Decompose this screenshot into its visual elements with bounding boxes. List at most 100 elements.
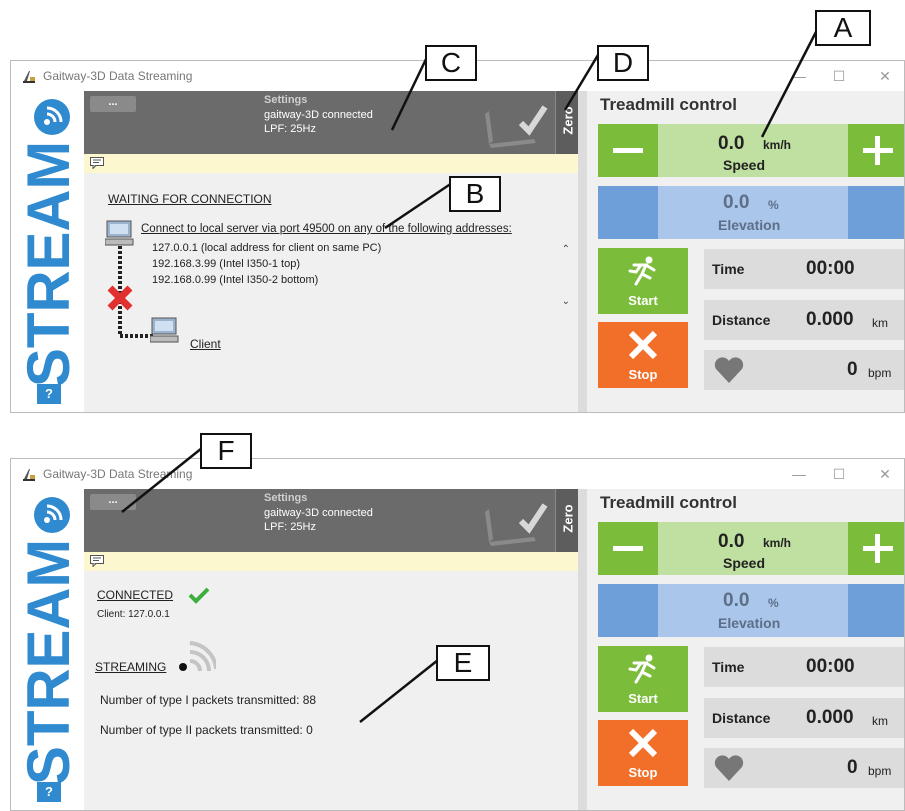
callout-c: C — [425, 45, 477, 81]
close-button[interactable]: ✕ — [870, 462, 900, 486]
server-computer-icon — [105, 220, 134, 246]
scroll-up-arrow[interactable]: ⌃ — [562, 244, 570, 255]
speed-unit: km/h — [763, 536, 792, 550]
stream-logo-column: STREAM ? — [11, 91, 84, 412]
elevation-value: 0.0 — [723, 192, 750, 213]
more-button[interactable]: ... — [90, 96, 136, 112]
zero-button[interactable]: Zero — [555, 489, 578, 552]
start-button[interactable]: Start — [598, 646, 688, 712]
treadmill-check-icon — [485, 105, 548, 148]
time-label: Time — [712, 659, 745, 675]
stream-logo-column: STREAM ? — [11, 489, 84, 810]
streaming-signal-icon — [179, 641, 216, 672]
message-icon — [90, 157, 104, 169]
heart-rate-value: 0 — [847, 359, 858, 380]
speed-decrease-button[interactable] — [598, 124, 658, 177]
settings-filter: LPF: 25Hz — [264, 521, 316, 533]
address-local[interactable]: 127.0.0.1 (local address for client on s… — [152, 242, 381, 254]
scroll-down-arrow[interactable]: ⌄ — [562, 296, 570, 307]
zero-label: Zero — [560, 504, 576, 533]
treadmill-control-panel: Treadmill control 0.0 km/h Speed 0.0 % E… — [587, 91, 904, 412]
stop-button[interactable]: Stop — [598, 322, 688, 388]
settings-bar[interactable]: ... Settings gaitway-3D connected LPF: 2… — [84, 91, 578, 154]
elevation-decrease-button[interactable] — [598, 584, 658, 637]
settings-filter: LPF: 25Hz — [264, 123, 316, 135]
speed-display: 0.0 km/h Speed — [658, 522, 848, 575]
more-button[interactable]: ... — [90, 494, 136, 510]
speed-value: 0.0 — [718, 133, 745, 154]
connection-area: ... Settings gaitway-3D connected LPF: 2… — [84, 91, 579, 412]
elevation-label: Elevation — [718, 615, 781, 631]
speed-increase-button[interactable] — [848, 124, 904, 177]
wifi-logo-icon — [34, 497, 70, 533]
check-icon — [188, 587, 210, 604]
runner-icon — [628, 654, 656, 684]
callout-b: B — [449, 176, 501, 212]
app-icon — [23, 71, 35, 83]
maximize-button[interactable]: ☐ — [824, 462, 854, 486]
time-display: Time 00:00 — [704, 249, 904, 289]
settings-status: gaitway-3D connected — [264, 109, 373, 121]
settings-status: gaitway-3D connected — [264, 507, 373, 519]
time-value: 00:00 — [806, 656, 855, 677]
heart-rate-display: 0 bpm — [704, 350, 904, 390]
address-top[interactable]: 192.168.3.99 (Intel I350-1 top) — [152, 258, 300, 270]
elevation-display: 0.0 % Elevation — [658, 186, 848, 239]
time-value: 00:00 — [806, 258, 855, 279]
treadmill-title: Treadmill control — [600, 493, 737, 512]
elevation-display: 0.0 % Elevation — [658, 584, 848, 637]
heart-icon — [714, 357, 744, 383]
svg-text:STREAM: STREAM — [15, 539, 82, 785]
address-bottom[interactable]: 192.168.0.99 (Intel I350-2 bottom) — [152, 274, 318, 286]
distance-display: Distance 0.000 km — [704, 698, 904, 738]
minimize-button[interactable]: — — [784, 462, 814, 486]
elevation-increase-button[interactable] — [848, 186, 904, 239]
speed-increase-button[interactable] — [848, 522, 904, 575]
treadmill-check-icon — [485, 503, 548, 546]
minimize-button[interactable]: — — [784, 64, 814, 88]
streaming-window-connected: Gaitway-3D Data Streaming — ☐ ✕ STREAM ?… — [10, 458, 905, 811]
help-button[interactable]: ? — [37, 782, 61, 802]
zero-label: Zero — [560, 106, 576, 135]
close-button[interactable]: ✕ — [870, 64, 900, 88]
settings-bar[interactable]: ... Settings gaitway-3D connected LPF: 2… — [84, 489, 578, 552]
heart-rate-unit: bpm — [868, 366, 892, 380]
elevation-unit: % — [768, 596, 779, 610]
elevation-label: Elevation — [718, 217, 781, 233]
client-computer-icon — [150, 317, 179, 343]
settings-title: Settings — [264, 94, 308, 106]
zero-button[interactable]: Zero — [555, 91, 578, 154]
treadmill-control-panel: Treadmill control 0.0 km/h Speed 0.0 % E… — [587, 489, 904, 810]
start-button[interactable]: Start — [598, 248, 688, 314]
client-label: Client — [190, 337, 221, 351]
message-icon — [90, 555, 104, 567]
distance-unit: km — [872, 714, 888, 728]
elevation-unit: % — [768, 198, 779, 212]
message-bar — [84, 154, 578, 173]
heart-rate-unit: bpm — [868, 764, 892, 778]
time-label: Time — [712, 261, 745, 277]
distance-label: Distance — [712, 312, 771, 328]
stop-label: Stop — [628, 765, 658, 780]
help-button[interactable]: ? — [37, 384, 61, 404]
elevation-decrease-button[interactable] — [598, 186, 658, 239]
speed-decrease-button[interactable] — [598, 522, 658, 575]
distance-value: 0.000 — [806, 707, 854, 728]
stop-button[interactable]: Stop — [598, 720, 688, 786]
distance-label: Distance — [712, 710, 771, 726]
stop-x-icon — [628, 330, 658, 360]
maximize-button[interactable]: ☐ — [824, 64, 854, 88]
elevation-increase-button[interactable] — [848, 584, 904, 637]
speed-label: Speed — [723, 157, 766, 173]
heart-icon — [714, 755, 744, 781]
splitter[interactable] — [578, 489, 587, 810]
heart-rate-display: 0 bpm — [704, 748, 904, 788]
connect-instruction: Connect to local server via port 49500 o… — [141, 223, 512, 235]
type2-packets: Number of type II packets transmitted: 0 — [100, 723, 313, 737]
splitter[interactable] — [578, 91, 587, 412]
speed-display: 0.0 km/h Speed — [658, 124, 848, 177]
annotated-screenshot: Gaitway-3D Data Streaming — ☐ ✕ STREAM ?… — [0, 0, 905, 811]
distance-unit: km — [872, 316, 888, 330]
title-bar: Gaitway-3D Data Streaming — ☐ ✕ — [11, 459, 904, 489]
client-address: Client: 127.0.0.1 — [97, 609, 170, 620]
